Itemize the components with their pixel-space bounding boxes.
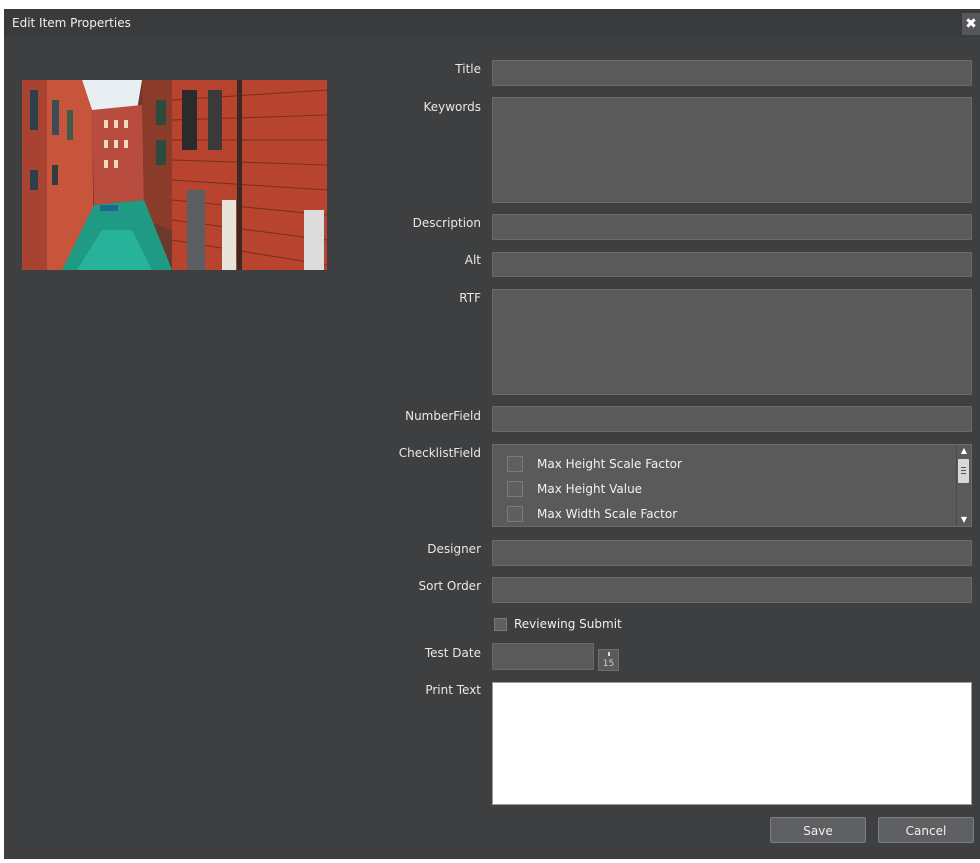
checklist-item-label: Max Width Scale Factor (537, 507, 678, 521)
sort-order-input[interactable] (492, 577, 972, 603)
reviewing-submit-checkbox[interactable] (494, 618, 507, 631)
scroll-up-icon[interactable]: ▲ (957, 445, 971, 457)
checkbox[interactable] (507, 481, 523, 497)
designer-input[interactable] (492, 540, 972, 566)
rtf-label: RTF (459, 291, 481, 305)
checklist-item-label: Max Height Scale Factor (537, 457, 682, 471)
close-button[interactable]: ✖ (962, 13, 980, 35)
test-date-input[interactable] (492, 643, 594, 670)
calendar-icon[interactable]: 15 (598, 649, 619, 671)
description-label: Description (412, 216, 481, 230)
alt-input[interactable] (492, 252, 972, 277)
scroll-thumb[interactable] (958, 459, 969, 483)
close-icon: ✖ (965, 16, 977, 32)
calendar-day-number: 15 (602, 659, 615, 669)
checklist-item-label: Max Height Value (537, 482, 643, 496)
dialog-title: Edit Item Properties (12, 16, 131, 30)
number-field-input[interactable] (492, 406, 972, 432)
title-input[interactable] (492, 60, 972, 86)
number-field-label: NumberField (405, 409, 481, 423)
title-label: Title (455, 62, 481, 76)
scroll-down-icon[interactable]: ▼ (957, 514, 971, 526)
rtf-editor[interactable] (492, 289, 972, 395)
checklist-scrollbar[interactable]: ▲ ▼ (956, 445, 971, 526)
checklist-field-label: ChecklistField (398, 446, 481, 460)
checklist-field: Max Height Scale Factor Max Height Value… (492, 444, 972, 527)
cancel-button[interactable]: Cancel (878, 817, 974, 843)
item-image-preview (22, 80, 327, 270)
checkbox[interactable] (507, 506, 523, 522)
test-date-label: Test Date (424, 646, 481, 660)
reviewing-submit-label: Reviewing Submit (514, 617, 622, 631)
sort-order-label: Sort Order (418, 579, 481, 593)
alt-label: Alt (464, 253, 481, 267)
print-text-label: Print Text (425, 683, 481, 697)
checkbox[interactable] (507, 456, 523, 472)
keywords-label: Keywords (423, 100, 481, 114)
designer-label: Designer (427, 542, 481, 556)
keywords-textarea[interactable] (492, 97, 972, 203)
save-button[interactable]: Save (770, 817, 866, 843)
print-text-textarea[interactable] (492, 682, 972, 805)
description-input[interactable] (492, 214, 972, 240)
dialog-titlebar: Edit Item Properties ✖ (4, 9, 980, 37)
edit-item-dialog: Edit Item Properties ✖ Title Keywords De… (4, 9, 980, 859)
